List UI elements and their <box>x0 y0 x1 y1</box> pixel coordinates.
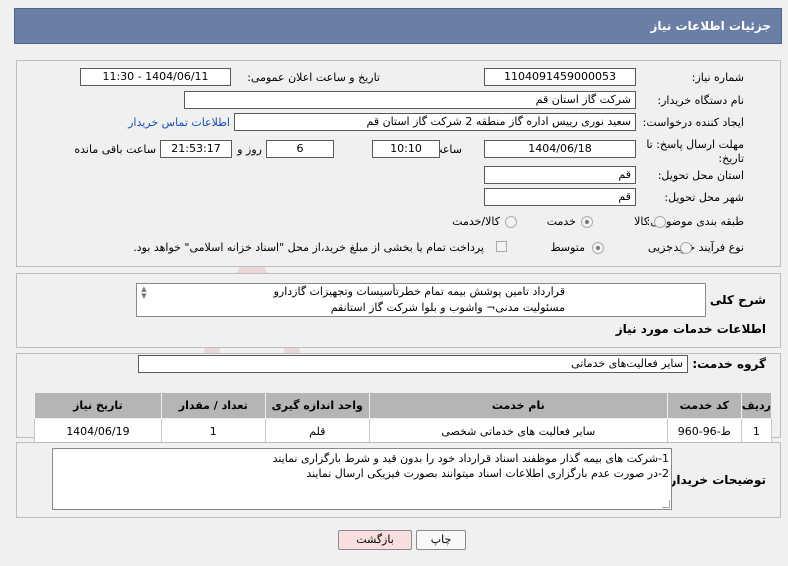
province-label: استان محل تحویل: <box>657 169 744 182</box>
city-field[interactable]: قم <box>484 188 636 206</box>
cell-unit: قلم <box>264 418 370 445</box>
remaining-days-field[interactable]: 6 <box>266 140 334 158</box>
col-quantity: تعداد / مقدار <box>160 392 266 419</box>
summary-line-1: قرارداد تامین پوشش بیمه تمام خطرتأسیسات … <box>273 285 565 298</box>
remaining-time-field[interactable]: 21:53:17 <box>160 140 232 158</box>
process-radio-minor[interactable] <box>680 242 692 254</box>
need-number-label: شماره نیاز: <box>691 71 744 84</box>
category-option-service: خدمت <box>546 215 576 228</box>
col-row-number: ردیف <box>740 392 773 419</box>
announce-date-label: تاریخ و ساعت اعلان عمومی: <box>247 71 380 84</box>
summary-line-2: مسئولیت مدنی¬ واشوب و بلوا شرکت گاز استا… <box>330 301 565 314</box>
cell-row-number: 1 <box>740 418 773 445</box>
print-button[interactable]: چاپ <box>416 530 466 550</box>
col-need-date: تاریخ نیاز <box>34 392 162 419</box>
cell-service-code: ط-96-960 <box>666 418 742 445</box>
summary-textarea[interactable]: قرارداد تامین پوشش بیمه تمام خطرتأسیسات … <box>136 283 706 317</box>
deadline-label-2: تاریخ: <box>718 152 744 165</box>
services-table: ردیف کد خدمت نام خدمت واحد اندازه گیری ت… <box>34 392 773 445</box>
buyer-org-label: نام دستگاه خریدار: <box>657 94 744 107</box>
city-label: شهر محل تحویل: <box>664 191 744 204</box>
category-radio-service[interactable] <box>581 216 593 228</box>
category-option-goods: کالا <box>634 215 649 228</box>
services-section-title: اطلاعات خدمات مورد نیاز <box>615 322 766 336</box>
need-number-field[interactable]: 1104091459000053 <box>484 68 636 86</box>
announce-date-field[interactable]: 1404/06/11 - 11:30 <box>80 68 231 86</box>
process-type-label: نوع فرآیند خرید : <box>666 241 744 254</box>
deadline-date-field[interactable]: 1404/06/18 <box>484 140 636 158</box>
page-header: جزئیات اطلاعات نیاز <box>14 8 782 44</box>
table-row[interactable]: 1 ط-96-960 سایر فعالیت های خدماتی شخصی ق… <box>34 418 773 445</box>
remaining-time-label: ساعت باقی مانده <box>74 143 156 156</box>
cell-need-date: 1404/06/19 <box>34 418 162 445</box>
cell-quantity: 1 <box>160 418 266 445</box>
summary-scroll-arrows-icon[interactable]: ▲ ▼ <box>139 286 149 300</box>
treasury-payment-checkbox[interactable] <box>496 241 507 252</box>
treasury-payment-note: پرداخت تمام یا بخشی از مبلغ خرید،از محل … <box>133 241 484 254</box>
buyer-notes-line-1: 1-شرکت های بیمه گذار موظفند اسناد قراردا… <box>272 452 669 465</box>
category-radio-goods[interactable] <box>654 216 666 228</box>
category-option-goods-service: کالا/خدمت <box>452 215 500 228</box>
buyer-org-field[interactable]: شرکت گاز استان قم <box>184 91 636 109</box>
buyer-notes-label: توضیحات خریدار: <box>664 473 766 487</box>
col-service-name: نام خدمت <box>368 392 668 419</box>
resize-grip-icon[interactable] <box>662 500 670 508</box>
process-radio-medium[interactable] <box>592 242 604 254</box>
remaining-days-label: روز و <box>237 143 262 156</box>
service-group-label: گروه خدمت: <box>692 357 766 371</box>
creator-field[interactable]: سعید نوری رییس اداره گاز منطقه 2 شرکت گا… <box>234 113 636 131</box>
process-option-medium: متوسط <box>550 241 585 254</box>
col-service-code: کد خدمت <box>666 392 742 419</box>
cell-service-name: سایر فعالیت های خدماتی شخصی <box>368 418 668 445</box>
province-field[interactable]: قم <box>484 166 636 184</box>
page-title: جزئیات اطلاعات نیاز <box>650 19 771 33</box>
deadline-time-field[interactable]: 10:10 <box>372 140 440 158</box>
buyer-notes-textarea[interactable]: 1-شرکت های بیمه گذار موظفند اسناد قراردا… <box>52 448 672 510</box>
buyer-notes-line-2: 2-در صورت عدم بارگزاری اطلاعات اسناد میت… <box>306 467 669 480</box>
services-table-header: ردیف کد خدمت نام خدمت واحد اندازه گیری ت… <box>34 392 773 419</box>
service-group-field[interactable]: سایر فعالیت‌های خدماتی <box>138 355 688 373</box>
back-button[interactable]: بازگشت <box>338 530 412 550</box>
contact-info-link[interactable]: اطلاعات تماس خریدار <box>128 115 230 131</box>
category-radio-goods-service[interactable] <box>505 216 517 228</box>
creator-label: ایجاد کننده درخواست: <box>642 116 744 129</box>
col-unit: واحد اندازه گیری <box>264 392 370 419</box>
process-option-minor: جزیی <box>647 241 673 254</box>
